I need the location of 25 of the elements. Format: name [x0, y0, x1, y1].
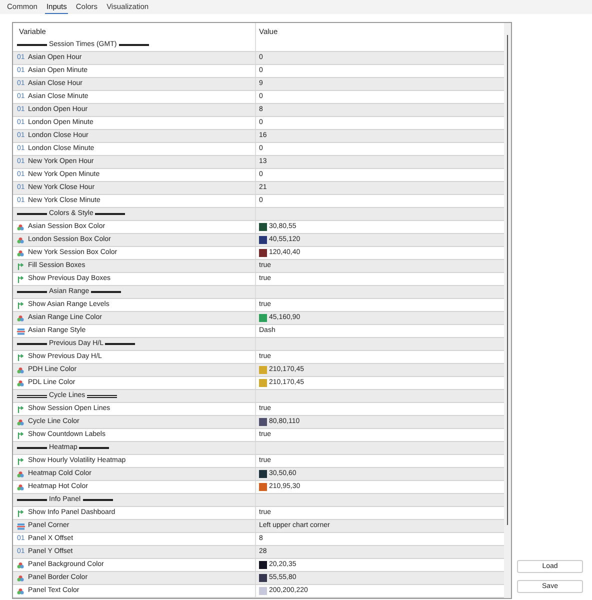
color-swatch[interactable]: [259, 366, 267, 374]
scrollbar-thumb[interactable]: [506, 35, 508, 525]
palette-icon: [17, 314, 24, 322]
color-swatch[interactable]: [259, 236, 267, 244]
color-swatch[interactable]: [259, 483, 267, 491]
color-swatch[interactable]: [259, 561, 267, 569]
color-swatch[interactable]: [259, 574, 267, 582]
color-swatch[interactable]: [259, 470, 267, 478]
color-swatch[interactable]: [259, 249, 267, 257]
toggle-arrow-icon: [17, 353, 25, 361]
toggle-arrow-icon: [17, 301, 25, 309]
color-swatch[interactable]: [259, 587, 267, 595]
toggle-arrow-icon: [17, 431, 25, 439]
toggle-arrow-icon: [17, 509, 25, 517]
color-swatch[interactable]: [259, 223, 267, 231]
color-swatch[interactable]: [259, 314, 267, 322]
list-icon: [17, 328, 25, 334]
toggle-arrow-icon: [17, 457, 25, 465]
toggle-arrow-icon: [17, 262, 25, 270]
color-swatch[interactable]: [259, 379, 267, 387]
toggle-arrow-icon: [17, 405, 25, 413]
toggle-arrow-icon: [17, 275, 25, 283]
list-icon: [17, 522, 25, 530]
palette-icon: [17, 418, 24, 426]
color-swatch[interactable]: [259, 418, 267, 426]
